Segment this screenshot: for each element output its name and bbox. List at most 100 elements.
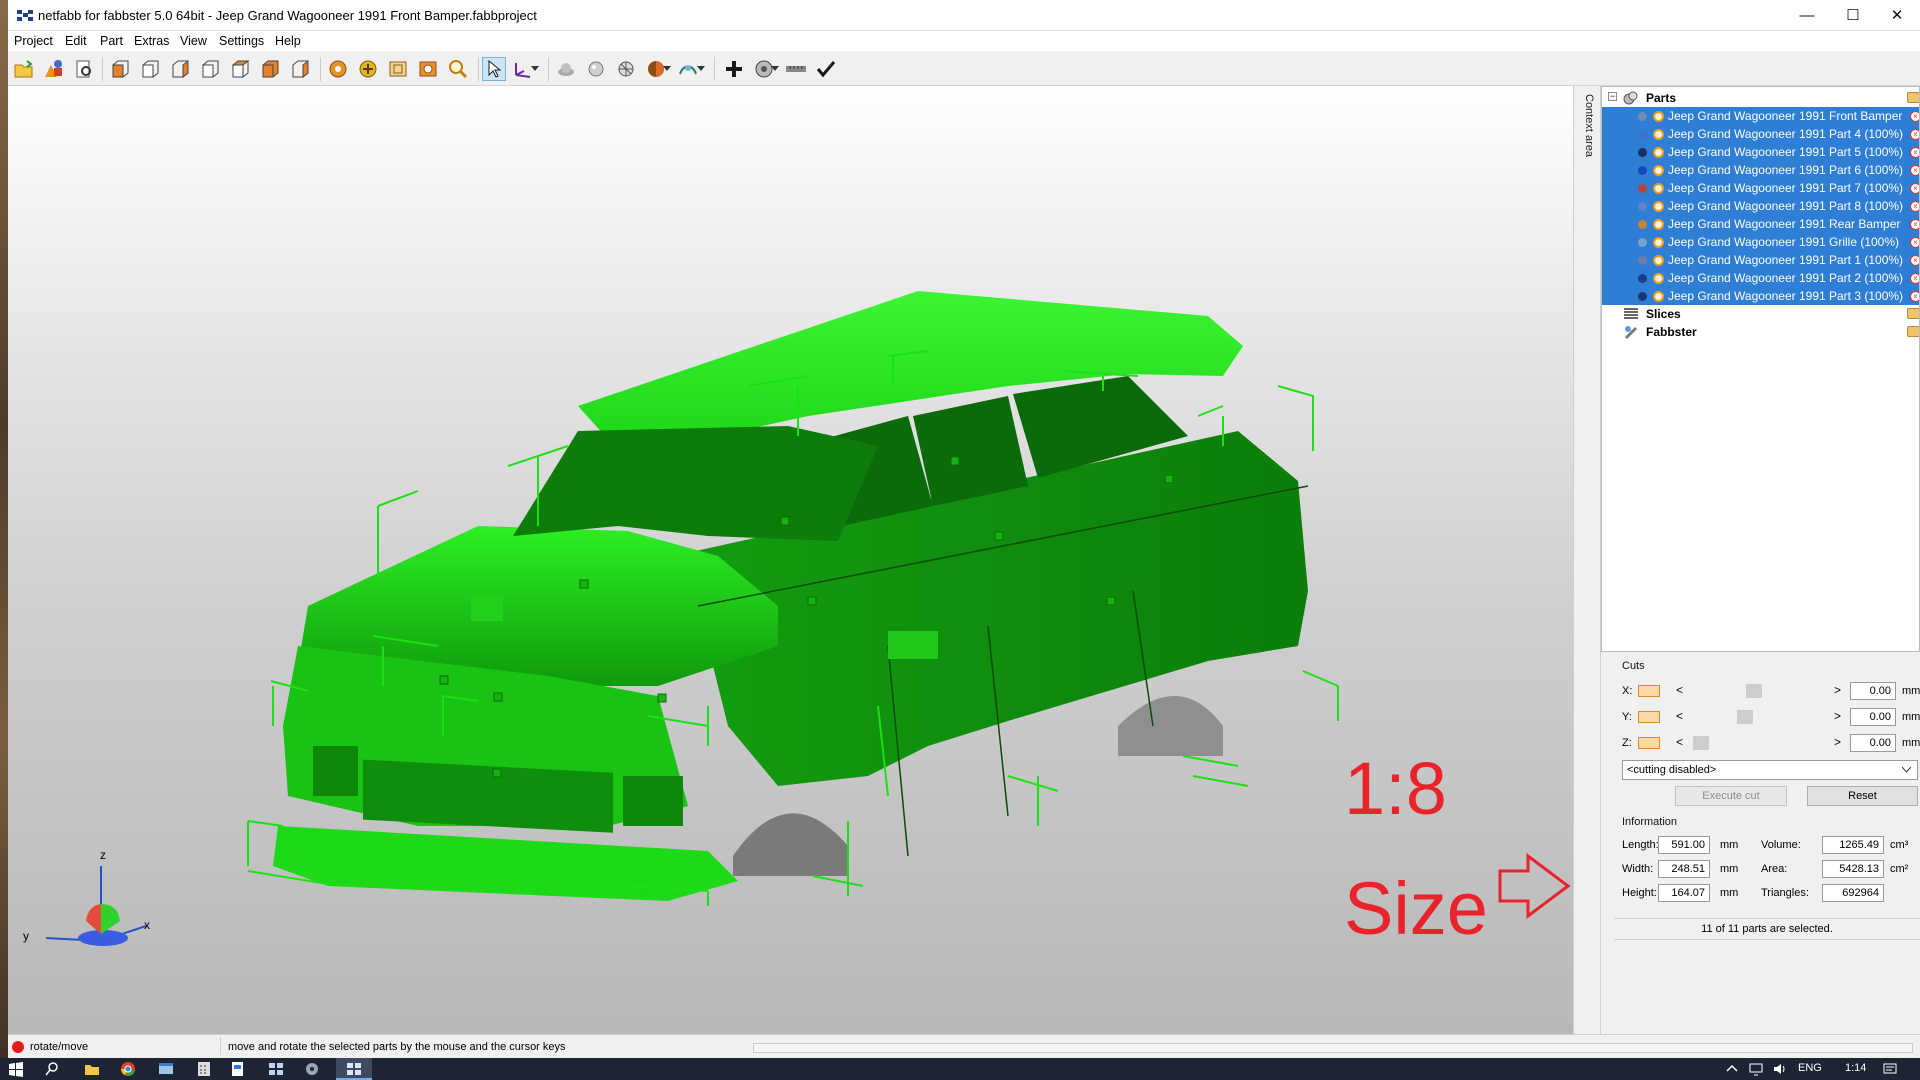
pan-view-icon[interactable]	[356, 57, 380, 81]
tree-node-parts[interactable]: − Parts	[1602, 89, 1919, 107]
view-left-icon[interactable]	[168, 57, 192, 81]
chrome-icon[interactable]	[120, 1061, 136, 1077]
shade-smooth-icon[interactable]	[584, 57, 608, 81]
cut-y-increment[interactable]: >	[1834, 709, 1841, 723]
remove-part-icon[interactable]: ×	[1910, 111, 1919, 122]
part-visibility-icon[interactable]	[1653, 255, 1664, 266]
reset-button[interactable]: Reset	[1807, 786, 1918, 806]
tree-part-row[interactable]: Jeep Grand Wagooneer 1991 Part 1 (100%) ×	[1602, 251, 1919, 269]
remove-part-icon[interactable]: ×	[1910, 201, 1919, 212]
chevron-down-icon[interactable]	[662, 57, 672, 81]
menu-extras[interactable]: Extras	[134, 34, 169, 48]
cut-x-decrement[interactable]: <	[1676, 683, 1683, 697]
part-visibility-icon[interactable]	[1653, 183, 1664, 194]
remove-part-icon[interactable]: ×	[1910, 147, 1919, 158]
cut-z-slider-thumb[interactable]	[1693, 736, 1709, 750]
remove-part-icon[interactable]: ×	[1910, 183, 1919, 194]
chevron-down-icon[interactable]	[530, 57, 540, 81]
zoom-selection-icon[interactable]	[416, 57, 440, 81]
part-visibility-icon[interactable]	[1653, 291, 1664, 302]
view-front-icon[interactable]	[108, 57, 132, 81]
part-visibility-icon[interactable]	[1653, 165, 1664, 176]
zoom-icon[interactable]	[446, 57, 470, 81]
cut-y-slider-thumb[interactable]	[1737, 710, 1753, 724]
windows-start-icon[interactable]	[8, 1061, 24, 1077]
remove-part-icon[interactable]: ×	[1910, 237, 1919, 248]
remove-part-icon[interactable]: ×	[1910, 255, 1919, 266]
folder-icon[interactable]	[1907, 308, 1919, 319]
tree-part-row[interactable]: Jeep Grand Wagooneer 1991 Part 7 (100%) ×	[1602, 179, 1919, 197]
cut-z-value[interactable]: 0.00	[1850, 734, 1896, 752]
print-preview-icon[interactable]	[72, 57, 96, 81]
part-visibility-icon[interactable]	[1653, 201, 1664, 212]
remove-part-icon[interactable]: ×	[1910, 291, 1919, 302]
view-right-icon[interactable]	[198, 57, 222, 81]
remove-part-icon[interactable]: ×	[1910, 129, 1919, 140]
cut-z-color[interactable]	[1638, 737, 1660, 749]
mesh-icon[interactable]	[614, 57, 638, 81]
clock[interactable]: 1:14	[1845, 1062, 1866, 1074]
cut-z-decrement[interactable]: <	[1676, 735, 1683, 749]
cut-x-color[interactable]	[1638, 685, 1660, 697]
menu-project[interactable]: Project	[14, 34, 53, 48]
cut-z-slider[interactable]	[1688, 736, 1798, 750]
open-project-icon[interactable]	[12, 57, 36, 81]
active-taskbar-item[interactable]	[336, 1058, 372, 1080]
shade-flat-icon[interactable]	[554, 57, 578, 81]
tree-part-row[interactable]: Jeep Grand Wagooneer 1991 Part 8 (100%) ×	[1602, 197, 1919, 215]
menu-view[interactable]: View	[180, 34, 207, 48]
part-visibility-icon[interactable]	[1653, 129, 1664, 140]
view-bottom-icon[interactable]	[258, 57, 282, 81]
tree-node-slices[interactable]: Slices	[1602, 305, 1919, 323]
execute-cut-button[interactable]: Execute cut	[1675, 786, 1787, 806]
maximize-button[interactable]: ☐	[1830, 0, 1876, 31]
close-button[interactable]: ✕	[1874, 0, 1920, 31]
tree-part-row[interactable]: Jeep Grand Wagooneer 1991 Part 4 (100%) ×	[1602, 125, 1919, 143]
remove-part-icon[interactable]: ×	[1910, 273, 1919, 284]
cut-x-value[interactable]: 0.00	[1850, 682, 1896, 700]
folder-icon[interactable]	[1907, 326, 1919, 337]
add-icon[interactable]	[722, 57, 746, 81]
ruler-icon[interactable]	[784, 57, 808, 81]
tree-node-fabbster[interactable]: Fabbster	[1602, 323, 1919, 341]
apply-check-icon[interactable]	[814, 57, 838, 81]
netfabb-taskbar-icon[interactable]	[268, 1061, 284, 1077]
view-back-icon[interactable]	[138, 57, 162, 81]
media-app-icon[interactable]	[304, 1061, 320, 1077]
menu-settings[interactable]: Settings	[219, 34, 264, 48]
minimize-button[interactable]: —	[1784, 0, 1830, 31]
menu-help[interactable]: Help	[275, 34, 301, 48]
tree-part-row[interactable]: Jeep Grand Wagooneer 1991 Grille (100%) ×	[1602, 233, 1919, 251]
view-iso-icon[interactable]	[288, 57, 312, 81]
network-icon[interactable]	[1748, 1061, 1764, 1077]
part-visibility-icon[interactable]	[1653, 219, 1664, 230]
chevron-down-icon[interactable]	[696, 57, 706, 81]
cut-y-value[interactable]: 0.00	[1850, 708, 1896, 726]
volume-icon[interactable]	[1772, 1061, 1788, 1077]
tree-part-row[interactable]: Jeep Grand Wagooneer 1991 Rear Bamper ×	[1602, 215, 1919, 233]
app-window-icon[interactable]	[158, 1061, 174, 1077]
tray-chevron-up-icon[interactable]	[1726, 1061, 1738, 1077]
chevron-down-icon[interactable]	[770, 57, 780, 81]
document-icon[interactable]	[230, 1061, 246, 1077]
language-indicator[interactable]: ENG	[1798, 1062, 1822, 1074]
part-visibility-icon[interactable]	[1653, 273, 1664, 284]
cut-z-increment[interactable]: >	[1834, 735, 1841, 749]
menu-part[interactable]: Part	[100, 34, 123, 48]
remove-part-icon[interactable]: ×	[1910, 165, 1919, 176]
tree-part-row[interactable]: Jeep Grand Wagooneer 1991 Front Bamper ×	[1602, 107, 1919, 125]
file-explorer-icon[interactable]	[84, 1061, 100, 1077]
tree-part-row[interactable]: Jeep Grand Wagooneer 1991 Part 3 (100%) ×	[1602, 287, 1919, 305]
cut-x-increment[interactable]: >	[1834, 683, 1841, 697]
zoom-window-icon[interactable]	[386, 57, 410, 81]
remove-part-icon[interactable]: ×	[1910, 219, 1919, 230]
context-area-tab[interactable]: Context area	[1579, 86, 1601, 1034]
folder-icon[interactable]	[1907, 92, 1919, 103]
cut-y-color[interactable]	[1638, 711, 1660, 723]
rotate-view-icon[interactable]	[326, 57, 350, 81]
select-pointer-icon[interactable]	[482, 57, 506, 81]
3d-viewport[interactable]: z x y 1:8 Size	[8, 86, 1573, 1034]
tree-part-row[interactable]: Jeep Grand Wagooneer 1991 Part 6 (100%) ×	[1602, 161, 1919, 179]
search-icon[interactable]	[44, 1061, 60, 1077]
view-top-icon[interactable]	[228, 57, 252, 81]
